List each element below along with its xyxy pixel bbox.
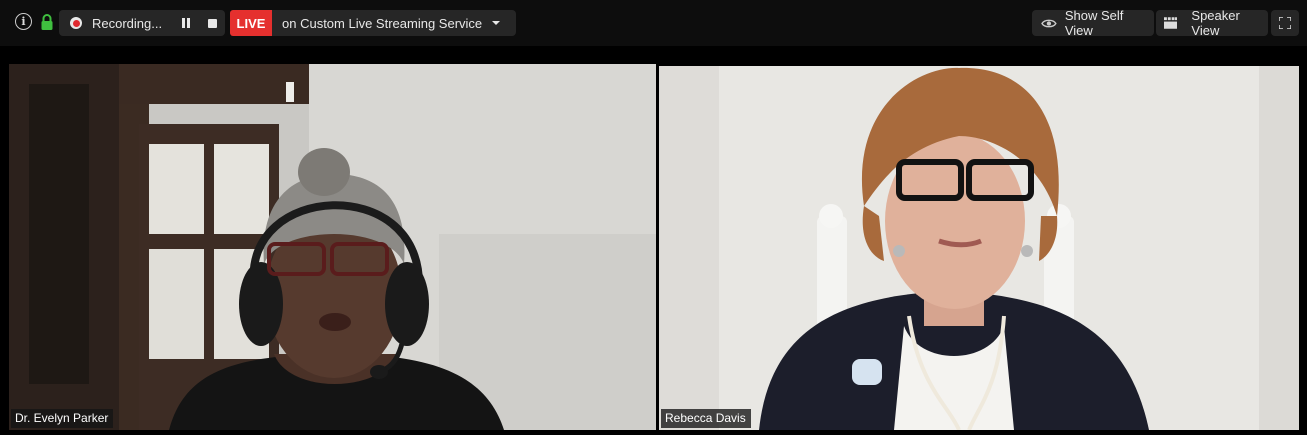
- fullscreen-button[interactable]: [1271, 10, 1299, 36]
- streaming-dropdown[interactable]: on Custom Live Streaming Service: [272, 10, 516, 36]
- participant-tile-1[interactable]: Dr. Evelyn Parker: [9, 64, 656, 430]
- stop-icon[interactable]: [208, 18, 218, 28]
- lock-icon[interactable]: [40, 13, 54, 31]
- speaker-view-label: Speaker View: [1191, 8, 1240, 38]
- pause-icon[interactable]: [182, 18, 191, 28]
- participant-name-label: Dr. Evelyn Parker: [11, 409, 114, 428]
- speaker-view-button[interactable]: Speaker View: [1156, 8, 1268, 38]
- eye-icon: [1041, 19, 1057, 27]
- show-self-view-label: Show Self View: [1064, 8, 1124, 38]
- chevron-down-icon: [492, 21, 501, 25]
- record-dot-icon: [70, 17, 82, 29]
- participant-name-label: Rebecca Davis: [661, 409, 751, 428]
- live-badge: LIVE: [230, 10, 272, 36]
- recording-label: Recording...: [92, 15, 163, 31]
- streaming-label: on Custom Live Streaming Service: [282, 15, 483, 31]
- participant-video-1: [9, 64, 656, 430]
- show-self-view-button[interactable]: Show Self View: [1032, 8, 1154, 38]
- info-icon[interactable]: i: [15, 13, 32, 30]
- recording-control: Recording...: [59, 10, 225, 36]
- participant-tile-2[interactable]: Rebecca Davis: [659, 66, 1299, 430]
- speaker-view-icon: [1164, 17, 1178, 29]
- meeting-toolbar: i Recording... LIVE on Custom Live Strea…: [0, 0, 1307, 46]
- participant-video-2: [659, 66, 1299, 430]
- fullscreen-icon: [1279, 17, 1291, 29]
